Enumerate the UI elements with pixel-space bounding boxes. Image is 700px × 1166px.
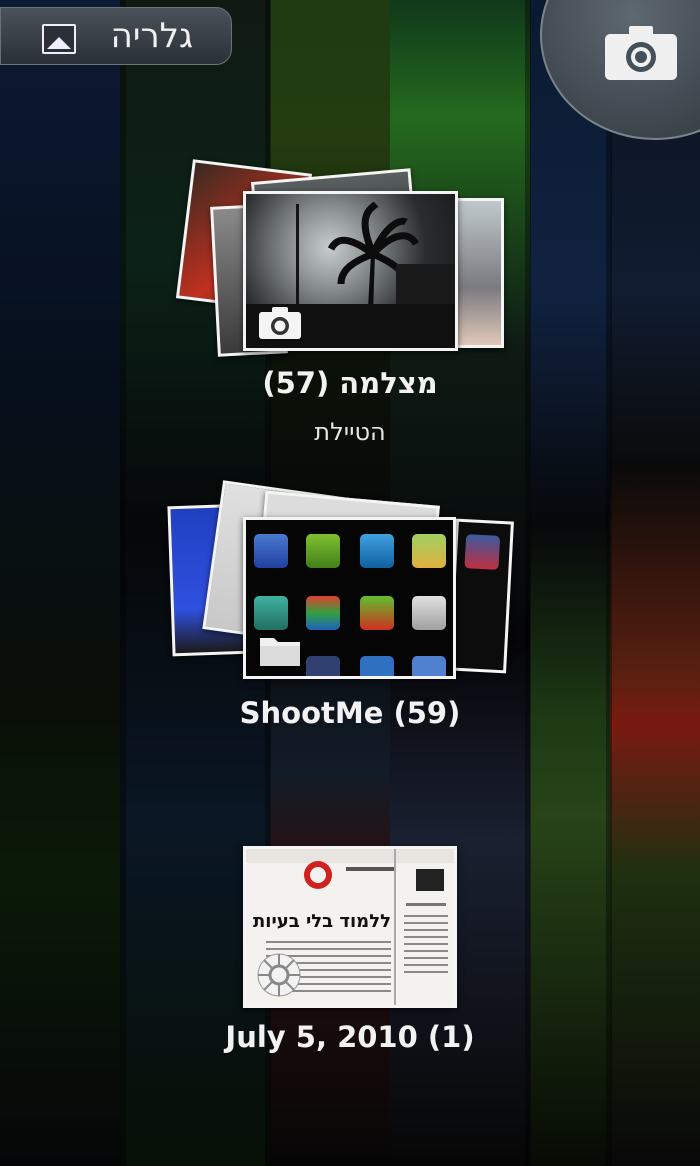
background-blur	[530, 0, 610, 1166]
gallery-home-button[interactable]: גלריה	[0, 7, 232, 65]
app-icon	[306, 656, 340, 676]
background-streak	[120, 0, 126, 1166]
folder-badge-icon	[260, 638, 300, 666]
album-subtitle: הטיילת	[314, 418, 386, 446]
album-thumb-back	[448, 518, 514, 674]
album-title: מצלמה (57)	[262, 366, 438, 400]
background-blur	[610, 0, 700, 1166]
background-streak	[606, 0, 612, 1166]
app-icon	[360, 534, 394, 568]
camera-badge-icon	[259, 307, 301, 339]
app-icon	[412, 656, 446, 676]
app-icon	[412, 596, 446, 630]
picasa-badge-icon	[257, 953, 301, 997]
background-streak	[525, 0, 531, 1166]
album-title: July 5, 2010 (1)	[225, 1020, 475, 1054]
app-icon	[360, 656, 394, 676]
app-icon	[306, 596, 340, 630]
background-blur	[0, 0, 120, 1166]
newspaper-headline: ללמוד בלי בעיות	[253, 911, 391, 932]
app-icon	[254, 596, 288, 630]
app-icon	[360, 596, 394, 630]
gallery-image-icon	[42, 24, 76, 54]
camera-icon	[605, 26, 677, 80]
app-icon	[412, 534, 446, 568]
gallery-screen: גלריה מצלמה (57) הטיילת ShootMe (59) ללמ…	[0, 0, 700, 1166]
gallery-title: גלריה	[110, 16, 193, 56]
app-icon	[254, 534, 288, 568]
album-title: ShootMe (59)	[239, 696, 461, 730]
app-icon	[306, 534, 340, 568]
